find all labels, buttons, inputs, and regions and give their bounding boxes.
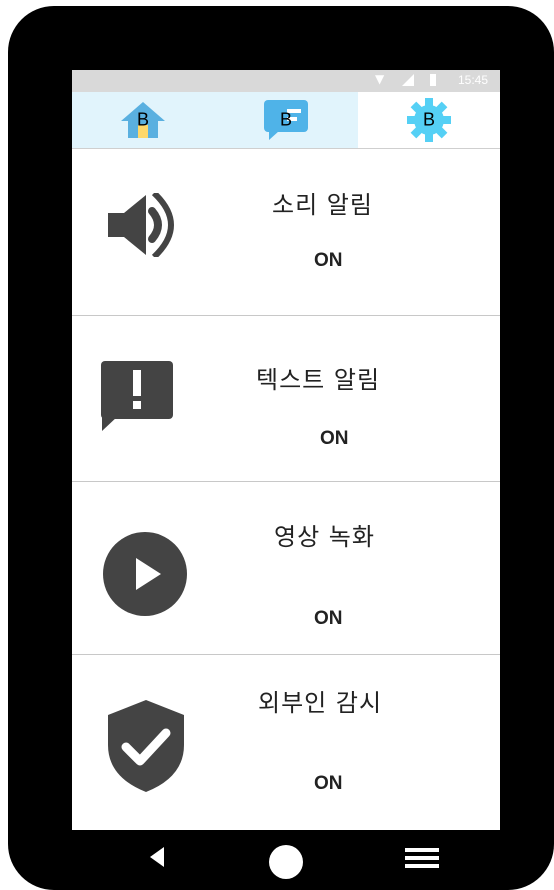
shield-check-icon (108, 700, 184, 792)
setting-value[interactable]: ON (314, 773, 343, 795)
setting-title: 소리 알림 (272, 191, 373, 219)
status-bar: ▼ 15:45 (72, 70, 500, 92)
wifi-icon: ▼ (375, 72, 385, 86)
play-icon (103, 532, 187, 616)
signal-icon (402, 74, 414, 86)
alert-message-icon (101, 361, 173, 431)
setting-row-text[interactable]: 텍스트 알림 ON (72, 316, 500, 482)
home-circle-icon[interactable] (269, 845, 303, 879)
tab-settings[interactable]: B (358, 92, 500, 148)
setting-row-video[interactable]: 영상 녹화 ON (72, 482, 500, 655)
back-icon[interactable] (150, 847, 164, 867)
tab-bar: B B B (72, 92, 500, 148)
setting-title: 영상 녹화 (274, 523, 375, 551)
setting-title: 외부인 감시 (258, 689, 383, 717)
tab-home[interactable]: B (72, 92, 214, 148)
setting-title: 텍스트 알림 (256, 366, 381, 394)
tab-badge: B (136, 109, 150, 130)
phone-screen: ▼ 15:45 B B B 소리 알림 ON 텍스트 알림 ON 영상 녹화 O… (72, 70, 500, 830)
speaker-icon (108, 193, 174, 257)
battery-icon (430, 74, 436, 86)
setting-value[interactable]: ON (314, 250, 343, 272)
setting-row-intruder[interactable]: 외부인 감시 ON (72, 655, 500, 830)
setting-value[interactable]: ON (320, 428, 349, 450)
menu-icon[interactable] (405, 848, 439, 868)
setting-row-sound[interactable]: 소리 알림 ON (72, 149, 500, 316)
setting-value[interactable]: ON (314, 608, 343, 630)
tab-badge: B (422, 109, 436, 130)
tab-badge: B (279, 109, 293, 130)
tab-messages[interactable]: B (215, 92, 357, 148)
status-time: 15:45 (458, 73, 489, 87)
